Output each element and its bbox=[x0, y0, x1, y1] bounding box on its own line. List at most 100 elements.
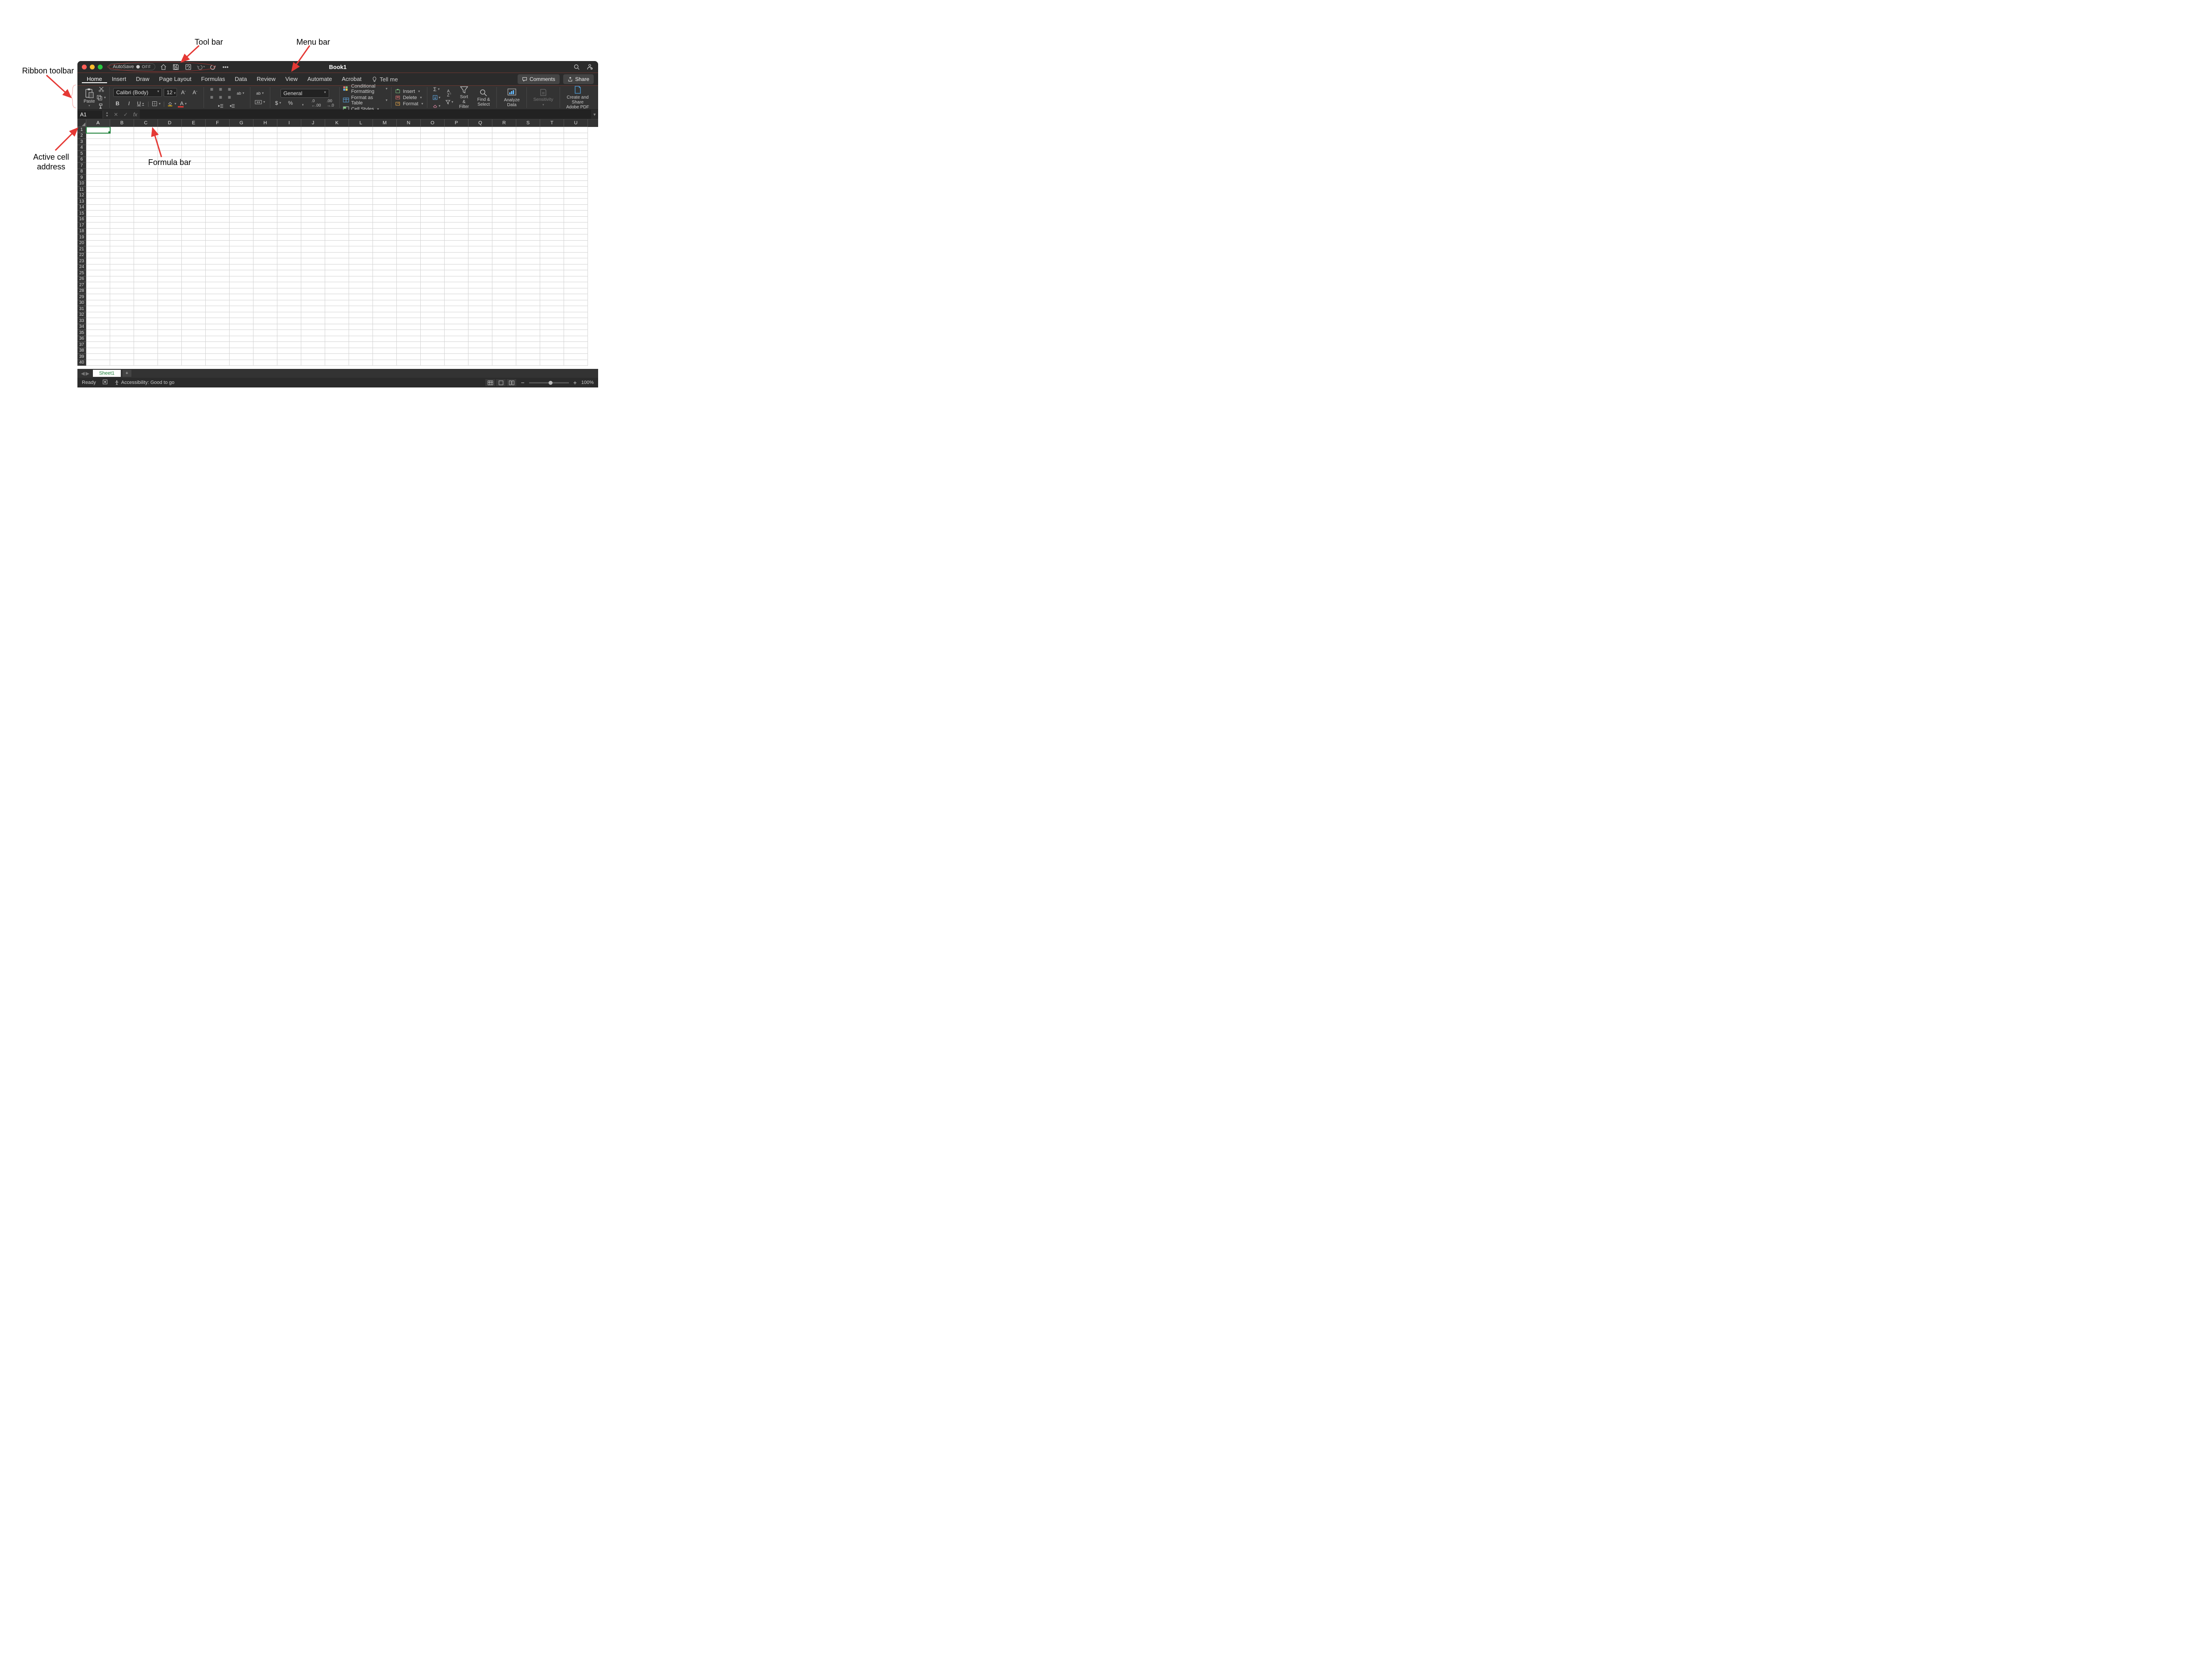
cell-C20[interactable] bbox=[134, 241, 158, 247]
cell-R11[interactable] bbox=[492, 187, 516, 193]
cell-O26[interactable] bbox=[421, 276, 445, 283]
cell-Q22[interactable] bbox=[469, 253, 492, 259]
cell-E33[interactable] bbox=[182, 318, 206, 324]
cell-L25[interactable] bbox=[349, 270, 373, 276]
cell-B21[interactable] bbox=[110, 246, 134, 253]
cell-B13[interactable] bbox=[110, 199, 134, 205]
cell-A15[interactable] bbox=[86, 211, 110, 217]
cell-G33[interactable] bbox=[230, 318, 253, 324]
cell-B20[interactable] bbox=[110, 241, 134, 247]
cell-R17[interactable] bbox=[492, 222, 516, 229]
cell-D39[interactable] bbox=[158, 354, 182, 360]
cell-F18[interactable] bbox=[206, 229, 230, 235]
cell-S10[interactable] bbox=[516, 181, 540, 187]
cell-U22[interactable] bbox=[564, 253, 588, 259]
cell-S6[interactable] bbox=[516, 157, 540, 163]
cell-C21[interactable] bbox=[134, 246, 158, 253]
cell-Q16[interactable] bbox=[469, 217, 492, 223]
cell-G3[interactable] bbox=[230, 139, 253, 145]
cell-M22[interactable] bbox=[373, 253, 397, 259]
cell-T36[interactable] bbox=[540, 336, 564, 342]
cell-B28[interactable] bbox=[110, 288, 134, 295]
cell-P3[interactable] bbox=[445, 139, 469, 145]
cell-I8[interactable] bbox=[277, 169, 301, 175]
column-header-A[interactable]: A bbox=[86, 119, 110, 127]
cell-O32[interactable] bbox=[421, 312, 445, 318]
cell-I4[interactable] bbox=[277, 145, 301, 151]
cell-O30[interactable] bbox=[421, 300, 445, 307]
row-header-15[interactable]: 15 bbox=[77, 211, 86, 217]
cell-J7[interactable] bbox=[301, 163, 325, 169]
align-middle-icon[interactable]: ≡ bbox=[216, 86, 225, 93]
cell-J16[interactable] bbox=[301, 217, 325, 223]
search-icon[interactable] bbox=[572, 63, 580, 71]
cell-T30[interactable] bbox=[540, 300, 564, 307]
grid-rows[interactable]: 1234567891011121314151617181920212223242… bbox=[77, 127, 598, 369]
cell-H3[interactable] bbox=[253, 139, 277, 145]
filter-toggle-icon[interactable] bbox=[445, 98, 454, 105]
cell-K28[interactable] bbox=[325, 288, 349, 295]
cell-P37[interactable] bbox=[445, 342, 469, 348]
cell-Q38[interactable] bbox=[469, 348, 492, 354]
cell-M37[interactable] bbox=[373, 342, 397, 348]
cell-L13[interactable] bbox=[349, 199, 373, 205]
cell-K4[interactable] bbox=[325, 145, 349, 151]
cell-I10[interactable] bbox=[277, 181, 301, 187]
cell-N32[interactable] bbox=[397, 312, 421, 318]
cell-S16[interactable] bbox=[516, 217, 540, 223]
cell-U35[interactable] bbox=[564, 330, 588, 336]
cell-M7[interactable] bbox=[373, 163, 397, 169]
cell-D12[interactable] bbox=[158, 193, 182, 199]
row-header-28[interactable]: 28 bbox=[77, 288, 86, 295]
cell-E37[interactable] bbox=[182, 342, 206, 348]
cell-G24[interactable] bbox=[230, 265, 253, 271]
cell-E17[interactable] bbox=[182, 222, 206, 229]
cell-U20[interactable] bbox=[564, 241, 588, 247]
cell-H14[interactable] bbox=[253, 205, 277, 211]
row-header-9[interactable]: 9 bbox=[77, 175, 86, 181]
cell-Q13[interactable] bbox=[469, 199, 492, 205]
cell-U10[interactable] bbox=[564, 181, 588, 187]
cell-G37[interactable] bbox=[230, 342, 253, 348]
cell-U12[interactable] bbox=[564, 193, 588, 199]
cell-I35[interactable] bbox=[277, 330, 301, 336]
cell-D35[interactable] bbox=[158, 330, 182, 336]
cell-E26[interactable] bbox=[182, 276, 206, 283]
cell-U16[interactable] bbox=[564, 217, 588, 223]
cell-E39[interactable] bbox=[182, 354, 206, 360]
number-format-select[interactable]: General▾ bbox=[280, 89, 329, 98]
cell-M31[interactable] bbox=[373, 306, 397, 312]
cell-D22[interactable] bbox=[158, 253, 182, 259]
cell-C28[interactable] bbox=[134, 288, 158, 295]
cell-K35[interactable] bbox=[325, 330, 349, 336]
cell-Q33[interactable] bbox=[469, 318, 492, 324]
cell-E27[interactable] bbox=[182, 282, 206, 288]
cell-A5[interactable] bbox=[86, 151, 110, 157]
cell-C13[interactable] bbox=[134, 199, 158, 205]
cell-S40[interactable] bbox=[516, 360, 540, 366]
cell-H39[interactable] bbox=[253, 354, 277, 360]
cell-R22[interactable] bbox=[492, 253, 516, 259]
column-header-J[interactable]: J bbox=[301, 119, 325, 127]
row-header-21[interactable]: 21 bbox=[77, 246, 86, 253]
cell-T24[interactable] bbox=[540, 265, 564, 271]
cell-D23[interactable] bbox=[158, 258, 182, 265]
row-header-19[interactable]: 19 bbox=[77, 234, 86, 241]
cell-R31[interactable] bbox=[492, 306, 516, 312]
cell-F6[interactable] bbox=[206, 157, 230, 163]
cell-L4[interactable] bbox=[349, 145, 373, 151]
cell-U25[interactable] bbox=[564, 270, 588, 276]
cell-E8[interactable] bbox=[182, 169, 206, 175]
cell-I11[interactable] bbox=[277, 187, 301, 193]
cell-M27[interactable] bbox=[373, 282, 397, 288]
cell-O35[interactable] bbox=[421, 330, 445, 336]
cell-Q27[interactable] bbox=[469, 282, 492, 288]
cell-T8[interactable] bbox=[540, 169, 564, 175]
cell-E6[interactable] bbox=[182, 157, 206, 163]
cell-D37[interactable] bbox=[158, 342, 182, 348]
row-header-26[interactable]: 26 bbox=[77, 276, 86, 283]
cell-R2[interactable] bbox=[492, 133, 516, 139]
cell-L31[interactable] bbox=[349, 306, 373, 312]
cell-P38[interactable] bbox=[445, 348, 469, 354]
cell-N14[interactable] bbox=[397, 205, 421, 211]
